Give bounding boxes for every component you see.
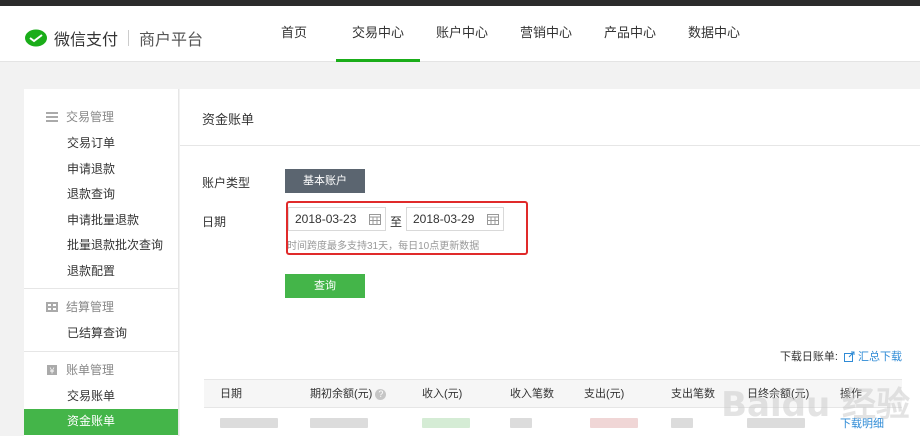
sidebar-group-trade: 交易管理	[24, 103, 178, 131]
col-income-count: 收入笔数	[510, 388, 554, 400]
brand-logo[interactable]: 微信支付 商户平台	[24, 26, 203, 50]
sidebar-divider	[24, 350, 178, 352]
list-icon	[46, 112, 58, 122]
col-opening-balance: 期初余额(元)?	[310, 380, 387, 409]
download-row: 下载日账单: 汇总下载	[780, 348, 902, 364]
sidebar-item-batch-refund[interactable]: 申请批量退款	[24, 208, 178, 234]
sidebar-item-settled-query[interactable]: 已结算查询	[24, 321, 178, 347]
summary-download-text: 汇总下载	[858, 351, 902, 363]
download-daily-label: 下载日账单:	[779, 351, 838, 363]
col-expense-count: 支出笔数	[671, 388, 715, 400]
baidu-watermark: Baidu 经验	[721, 385, 910, 425]
page-title: 资金账单	[202, 112, 255, 127]
grid-icon	[46, 302, 58, 312]
header: 微信支付 商户平台 首页 交易中心 账户中心 营销中心 产品中心 数据中心	[0, 6, 920, 62]
blurred-cell	[590, 418, 638, 428]
sidebar-group-label: 结算管理	[66, 300, 115, 314]
account-type-label: 账户类型	[202, 176, 251, 190]
brand-separator	[128, 30, 130, 46]
external-link-icon	[844, 351, 855, 362]
date-label: 日期	[202, 215, 227, 229]
sidebar-group-bills: ¥ 账单管理	[24, 356, 178, 384]
help-icon[interactable]: ?	[375, 388, 387, 400]
account-type-button[interactable]: 基本账户	[285, 169, 365, 193]
query-button[interactable]: 查询	[285, 274, 365, 298]
nav-home[interactable]: 首页	[252, 6, 336, 62]
col-date: 日期	[220, 388, 242, 400]
blurred-cell	[220, 418, 278, 428]
col-expense: 支出(元)	[584, 388, 625, 400]
sidebar-item-refund-config[interactable]: 退款配置	[24, 259, 178, 285]
sidebar: 交易管理 交易订单 申请退款 退款查询 申请批量退款 批量退款批次查询 退款配置…	[24, 89, 179, 436]
highlight-annotation	[286, 201, 528, 255]
brand-name: 微信支付	[54, 32, 119, 49]
sidebar-divider	[24, 288, 178, 289]
blurred-cell	[671, 418, 693, 428]
blurred-cell	[310, 418, 368, 428]
sidebar-group-settlement: 结算管理	[24, 293, 178, 321]
svg-text:¥: ¥	[49, 366, 54, 375]
sidebar-item-trade-orders[interactable]: 交易订单	[24, 131, 178, 157]
top-nav: 首页 交易中心 账户中心 营销中心 产品中心 数据中心	[252, 6, 756, 62]
sidebar-item-refund-query[interactable]: 退款查询	[24, 182, 178, 208]
sidebar-group-label: 交易管理	[66, 110, 115, 124]
title-divider	[180, 145, 920, 146]
nav-account-center[interactable]: 账户中心	[420, 6, 504, 62]
nav-marketing-center[interactable]: 营销中心	[504, 6, 588, 62]
nav-trade-center[interactable]: 交易中心	[336, 6, 420, 62]
yuan-icon: ¥	[47, 364, 57, 375]
nav-product-center[interactable]: 产品中心	[588, 6, 672, 62]
sidebar-group-label: 账单管理	[66, 362, 115, 377]
wechat-pay-icon	[25, 29, 47, 47]
col-opening-balance-label: 期初余额(元)	[310, 388, 373, 400]
brand-sub: 商户平台	[139, 32, 204, 49]
nav-data-center[interactable]: 数据中心	[672, 6, 756, 62]
col-income: 收入(元)	[422, 388, 463, 400]
sidebar-item-batch-refund-query[interactable]: 批量退款批次查询	[24, 233, 178, 259]
sidebar-item-fund-bill[interactable]: 资金账单	[24, 409, 178, 435]
blurred-cell	[422, 418, 470, 428]
sidebar-item-trade-bill[interactable]: 交易账单	[24, 384, 178, 410]
sidebar-item-apply-refund[interactable]: 申请退款	[24, 157, 178, 183]
blurred-cell	[510, 418, 532, 428]
summary-download-link[interactable]: 汇总下载	[844, 348, 902, 364]
